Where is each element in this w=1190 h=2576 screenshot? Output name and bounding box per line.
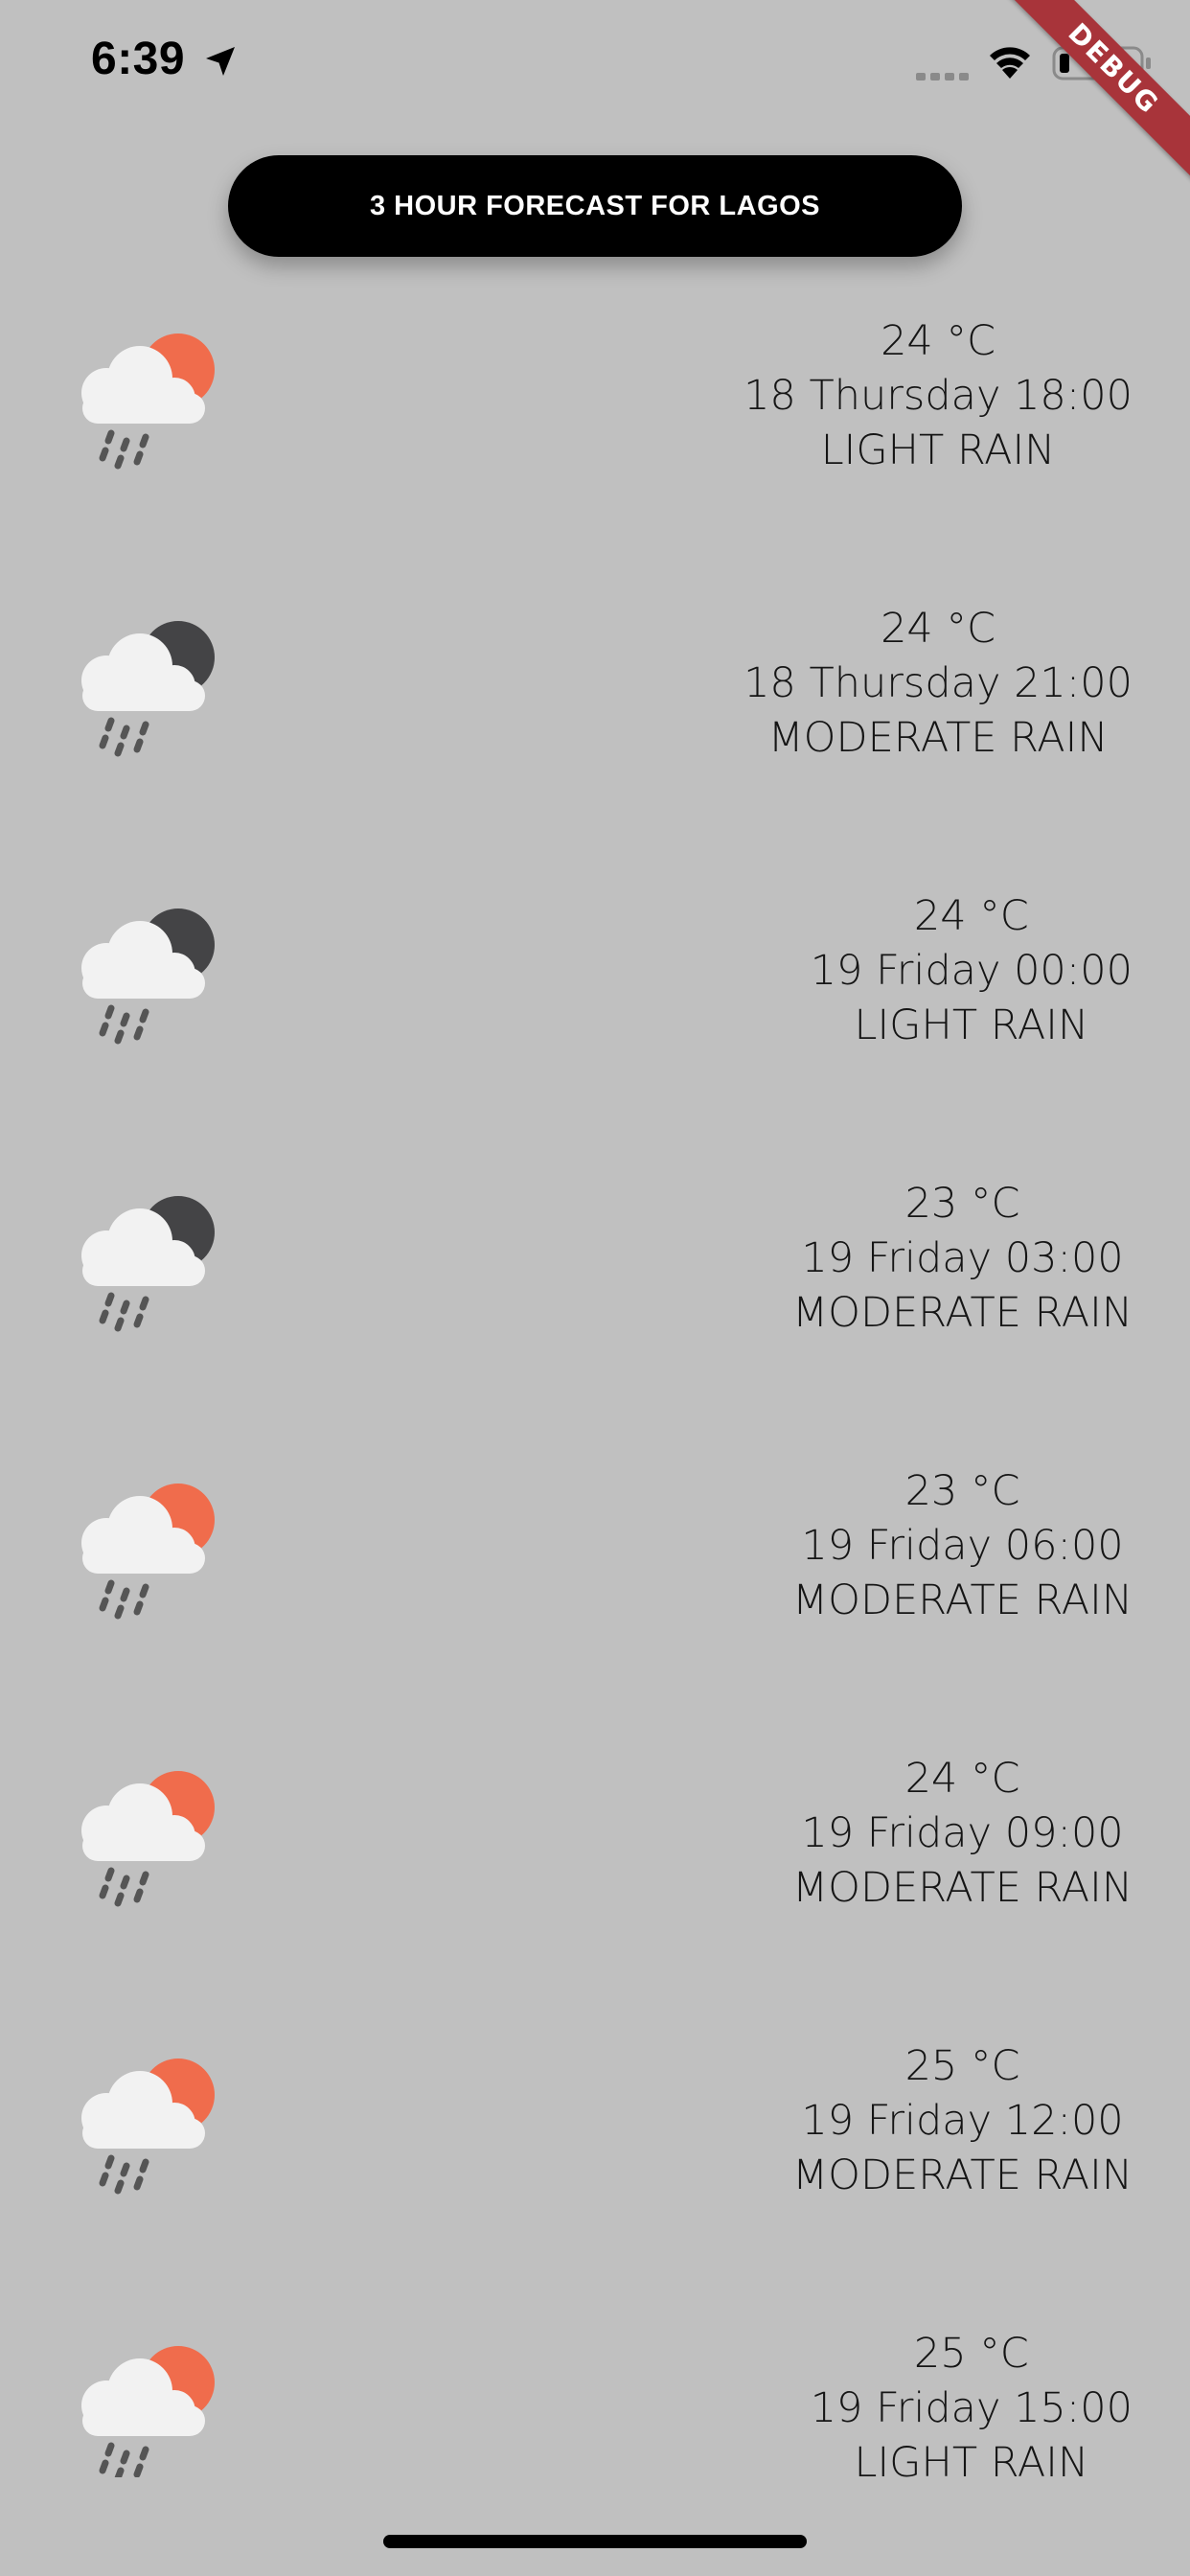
cloud-sun-rain-icon — [81, 2058, 215, 2195]
cellular-signal-icon — [916, 73, 969, 80]
forecast-temperature: 24 °C — [913, 892, 1029, 940]
forecast-temperature: 24 °C — [881, 317, 995, 365]
forecast-datetime: 19 Friday 15:00 — [810, 2384, 1133, 2432]
forecast-list[interactable]: 24 °C 18 Thursday 18:00 LIGHT RAIN 24 °C 18 … — [0, 288, 1190, 2477]
rain-drops-icon — [99, 1867, 149, 1907]
forecast-details: 24 °C 19 Friday 09:00 MODERATE RAIN — [792, 1752, 1133, 1916]
forecast-details: 23 °C 19 Friday 03:00 MODERATE RAIN — [792, 1177, 1133, 1341]
rain-drops-icon — [99, 1579, 149, 1620]
rain-drops-icon — [99, 717, 149, 757]
debug-banner: DEBUG — [998, 0, 1190, 192]
forecast-description: MODERATE RAIN — [792, 1864, 1133, 1912]
status-time: 6:39 — [91, 34, 186, 84]
forecast-description: MODERATE RAIN — [792, 2151, 1133, 2199]
forecast-title-label: 3 HOUR FORECAST FOR LAGOS — [369, 190, 821, 221]
cloud-sun-rain-icon — [81, 2346, 215, 2477]
rain-drops-icon — [99, 1004, 149, 1045]
forecast-item[interactable]: 23 °C 19 Friday 06:00 MODERATE RAIN — [0, 1438, 1190, 1725]
forecast-description: MODERATE RAIN — [792, 1576, 1133, 1624]
forecast-temperature: 23 °C — [904, 1467, 1020, 1515]
cloud-sun-rain-icon — [81, 334, 215, 470]
cloud-moon-rain-icon — [81, 908, 215, 1045]
rain-drops-icon — [99, 2154, 149, 2195]
debug-banner-label: DEBUG — [998, 0, 1190, 186]
forecast-temperature: 25 °C — [904, 2042, 1020, 2090]
cloud-moon-rain-icon — [81, 1196, 215, 1332]
forecast-datetime: 19 Friday 00:00 — [810, 947, 1133, 995]
rain-drops-icon — [99, 1292, 149, 1332]
forecast-temperature: 23 °C — [904, 1180, 1020, 1228]
forecast-details: 24 °C 19 Friday 00:00 LIGHT RAIN — [811, 889, 1133, 1053]
forecast-item[interactable]: 24 °C 18 Thursday 21:00 MODERATE RAIN — [0, 575, 1190, 862]
cloud-moon-rain-icon — [81, 621, 215, 757]
forecast-datetime: 19 Friday 12:00 — [801, 2097, 1124, 2145]
home-indicator[interactable] — [383, 2535, 807, 2548]
forecast-datetime: 19 Friday 09:00 — [801, 1809, 1124, 1857]
forecast-details: 24 °C 18 Thursday 18:00 LIGHT RAIN — [744, 314, 1133, 478]
forecast-description: LIGHT RAIN — [820, 426, 1056, 474]
forecast-datetime: 18 Thursday 21:00 — [744, 659, 1133, 707]
rain-drops-icon — [99, 429, 149, 470]
forecast-item[interactable]: 25 °C 19 Friday 15:00 LIGHT RAIN — [0, 2300, 1190, 2477]
forecast-datetime: 19 Friday 06:00 — [801, 1522, 1124, 1570]
forecast-temperature: 24 °C — [881, 605, 995, 653]
forecast-temperature: 24 °C — [904, 1755, 1020, 1803]
forecast-item[interactable]: 25 °C 19 Friday 12:00 MODERATE RAIN — [0, 2012, 1190, 2300]
forecast-details: 25 °C 19 Friday 15:00 LIGHT RAIN — [811, 2327, 1133, 2477]
forecast-item[interactable]: 24 °C 19 Friday 09:00 MODERATE RAIN — [0, 1725, 1190, 2012]
forecast-temperature: 25 °C — [913, 2330, 1029, 2378]
cloud-sun-rain-icon — [81, 1484, 215, 1620]
forecast-description: MODERATE RAIN — [767, 714, 1109, 762]
forecast-description: LIGHT RAIN — [854, 2439, 1089, 2477]
rain-drops-icon — [99, 2442, 149, 2477]
cloud-sun-rain-icon — [81, 1771, 215, 1907]
forecast-description: MODERATE RAIN — [792, 1289, 1133, 1337]
location-arrow-icon — [206, 47, 235, 76]
forecast-title-button[interactable]: 3 HOUR FORECAST FOR LAGOS — [228, 155, 962, 257]
forecast-description: LIGHT RAIN — [854, 1001, 1089, 1049]
forecast-details: 24 °C 18 Thursday 21:00 MODERATE RAIN — [744, 602, 1133, 766]
forecast-item[interactable]: 24 °C 19 Friday 00:00 LIGHT RAIN — [0, 862, 1190, 1150]
forecast-datetime: 19 Friday 03:00 — [801, 1234, 1124, 1282]
forecast-details: 23 °C 19 Friday 06:00 MODERATE RAIN — [792, 1464, 1133, 1628]
forecast-item[interactable]: 24 °C 18 Thursday 18:00 LIGHT RAIN — [0, 288, 1190, 575]
forecast-details: 25 °C 19 Friday 12:00 MODERATE RAIN — [792, 2039, 1133, 2203]
forecast-datetime: 18 Thursday 18:00 — [744, 372, 1133, 420]
forecast-item[interactable]: 23 °C 19 Friday 03:00 MODERATE RAIN — [0, 1150, 1190, 1438]
